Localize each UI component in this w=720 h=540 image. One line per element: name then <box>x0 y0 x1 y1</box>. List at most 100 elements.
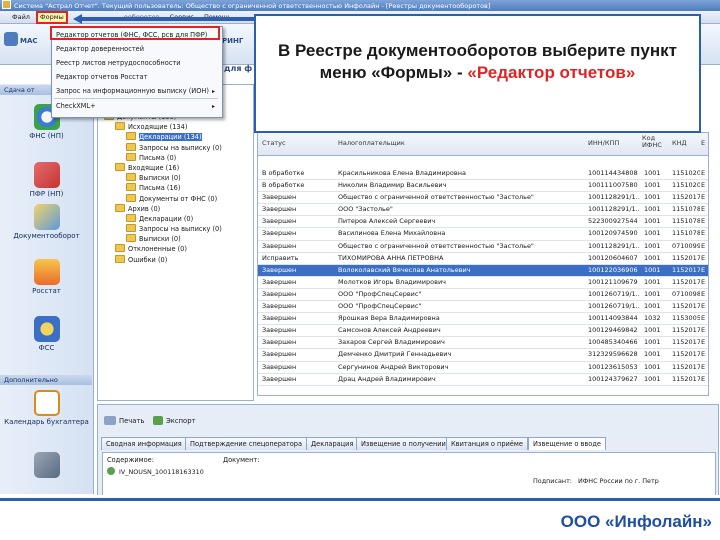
folder-icon <box>126 183 136 192</box>
sidebar-item-calendar[interactable]: Календарь бухгалтера <box>0 390 93 426</box>
master-button[interactable]: МАС <box>20 37 38 45</box>
sidebar-item-fss[interactable]: ФСС <box>0 316 93 352</box>
cell-payer: Демченко Дмитрий Геннадьевич <box>338 350 452 359</box>
folder-icon <box>126 234 136 243</box>
cell-inn: 1001128291/1... <box>588 205 640 214</box>
monitoring-button[interactable]: РИНГ <box>222 37 243 45</box>
tree-node[interactable]: Документы от ФНС (0) <box>104 193 252 204</box>
table-row[interactable]: Завершен ООО "ПрофСпецСервис" 1001260719/1… <box>258 301 708 314</box>
pointer-arrow-icon <box>73 14 256 24</box>
tree-node[interactable]: Исходящие (134) <box>104 122 252 132</box>
tree-node[interactable]: Выписки (0) <box>104 173 252 183</box>
cell-payer: Драц Андрей Владимирович <box>338 374 436 383</box>
sidebar-item-docflow[interactable]: Документооборот <box>0 204 93 240</box>
table-row[interactable]: Завершен Сергунинов Андрей Викторович 1001… <box>258 362 708 374</box>
sidebar-item-rosstat[interactable]: Росстат <box>0 259 93 295</box>
tab-summary[interactable]: Сводная информация <box>101 437 187 450</box>
table-row[interactable]: Завершен Драц Андрей Владимирович 10012437… <box>258 374 708 386</box>
table-row[interactable]: Завершен Захаров Сергей Владимирович 10048… <box>258 337 708 350</box>
cell-ifns: 1001 <box>644 277 661 286</box>
menu-item-rosstat-editor[interactable]: Редактор отчетов Росстат <box>56 73 147 81</box>
tab-acceptance-receipt[interactable]: Квитанция о приёме <box>446 437 528 450</box>
col-header-payer[interactable]: Налогоплательщик <box>338 139 405 147</box>
cell-extra: Е <box>701 338 706 347</box>
table-row[interactable]: Завершен Общество с ограниченной ответств… <box>258 192 708 205</box>
cell-status: Завершен <box>262 374 297 383</box>
tree-node[interactable]: Архив (0) <box>104 203 252 214</box>
tree-node[interactable]: Выписки (0) <box>104 234 252 244</box>
cell-ifns: 1001 <box>644 302 661 311</box>
cell-inn: 100124379627 <box>588 374 638 383</box>
tree-node[interactable]: Декларации (134) <box>104 132 252 142</box>
cell-payer: Сергунинов Андрей Викторович <box>338 362 449 371</box>
table-row[interactable]: В обработке Красильникова Елена Владимиро… <box>258 168 708 181</box>
print-button[interactable]: Печать <box>119 417 144 425</box>
cell-ifns: 1001 <box>644 362 661 371</box>
col-header-inn[interactable]: ИНН/КПП <box>588 139 619 147</box>
cell-extra: Е <box>701 217 706 226</box>
table-row[interactable]: Завершен Самсонов Алексей Андреевич 100129… <box>258 325 708 338</box>
table-row[interactable]: Завершен Общество с ограниченной ответств… <box>258 241 708 253</box>
col-header-extra[interactable]: Е <box>701 139 705 147</box>
cell-status: Исправить <box>262 253 299 262</box>
tab-input-notice[interactable]: Извещение о вводе <box>528 437 606 450</box>
table-row[interactable]: Завершен Волоколавский Вячеслав Анатольев… <box>258 264 708 277</box>
cell-extra: Е <box>701 241 706 250</box>
menu-item-power-of-attorney-editor[interactable]: Редактор доверенностей <box>56 45 144 53</box>
cell-status: В обработке <box>262 181 305 190</box>
table-row[interactable]: Исправить ТИХОМИРОВА АННА ПЕТРОВНА 1001206… <box>258 253 708 265</box>
tree-node[interactable]: Входящие (16) <box>104 162 252 173</box>
tree-node[interactable]: Ошибки (0) <box>104 254 252 265</box>
registry-grid: Статус Налогоплательщик ИНН/КПП Код ИФНС… <box>257 132 709 396</box>
export-button[interactable]: Экспорт <box>166 417 195 425</box>
tree-node[interactable]: Письма (0) <box>104 152 252 163</box>
tree-node[interactable]: Письма (16) <box>104 183 252 193</box>
file-name[interactable]: IV_NOUSN_100118163310 <box>119 468 204 476</box>
cell-ifns: 1001 <box>644 289 661 298</box>
table-row[interactable]: Завершен Питеров Алексей Сергеевич 5223009… <box>258 216 708 229</box>
cell-payer: Общество с ограниченной ответственностью… <box>338 241 534 250</box>
col-header-status[interactable]: Статус <box>262 139 286 147</box>
export-icon <box>153 416 163 425</box>
table-row[interactable]: Завершен ООО "Застолье" 1001128291/1... 100… <box>258 204 708 217</box>
table-row[interactable]: Завершен Демченко Дмитрий Геннадьевич 3123… <box>258 349 708 362</box>
cell-ifns: 1001 <box>644 205 661 214</box>
cell-extra: Е <box>701 289 706 298</box>
table-row[interactable]: Завершен ООО "ПрофСпецСервис" 1001260719/1… <box>258 289 708 302</box>
menu-item-ion-request[interactable]: Запрос на информационную выписку (ИОН) <box>56 87 209 95</box>
tree-node-label: Запросы на выписку (0) <box>139 225 222 234</box>
tab-declaration[interactable]: Декларация <box>306 437 359 450</box>
table-row[interactable]: Завершен Молотков Игорь Владимирович 10012… <box>258 277 708 289</box>
cell-payer: Ярошкая Вера Владимировна <box>338 314 440 323</box>
tree-node[interactable]: Отклоненные (0) <box>104 244 252 254</box>
cell-status: Завершен <box>262 193 297 202</box>
table-row[interactable]: Завершен Ярошкая Вера Владимировна 1001140… <box>258 313 708 326</box>
col-header-ifns[interactable]: Код ИФНС <box>642 135 664 149</box>
cell-payer: Николин Владимир Васильевич <box>338 181 447 190</box>
menu-file[interactable]: Файл <box>8 11 34 23</box>
footer-divider <box>0 498 720 501</box>
col-header-knd[interactable]: КНД <box>672 139 687 147</box>
sidebar-item-label: Календарь бухгалтера <box>4 418 89 426</box>
tab-receipt-notice[interactable]: Извещение о получении <box>356 437 451 450</box>
tree-node[interactable]: Запросы на выписку (0) <box>104 224 252 234</box>
document-label: Документ: <box>223 456 260 464</box>
callout-highlight: «Редактор отчетов» <box>467 63 636 82</box>
tree-node-label: Архив (0) <box>128 204 161 213</box>
cell-status: Завершен <box>262 217 297 226</box>
menu-forms[interactable]: Формы <box>36 11 68 24</box>
menu-item-checkxml[interactable]: CheckXML+ <box>56 102 96 110</box>
tab-operator-confirmation[interactable]: Подтверждение спецоператора <box>185 437 308 450</box>
tree-node[interactable]: Запросы на выписку (0) <box>104 142 252 153</box>
sidebar-item-pfr[interactable]: ПФР (НП) <box>0 162 93 198</box>
menu-item-sick-leave-registry[interactable]: Реестр листов нетрудоспособности <box>56 59 181 67</box>
table-row[interactable]: Завершен Василинова Елена Михайловна 10012… <box>258 228 708 241</box>
tree-node-label: Документы от ФНС (0) <box>139 194 218 203</box>
cell-inn: 100121109679 <box>588 277 638 286</box>
tree-node[interactable]: Декларации (0) <box>104 213 252 224</box>
document-tree: Документы (150)Исходящие (134)Декларации… <box>97 84 254 401</box>
tree-node-label: Письма (16) <box>139 184 181 193</box>
table-row[interactable]: В обработке Николин Владимир Васильевич 10… <box>258 180 708 193</box>
cell-knd: 1151020 <box>672 169 700 177</box>
sidebar-item-tools[interactable] <box>0 452 93 480</box>
